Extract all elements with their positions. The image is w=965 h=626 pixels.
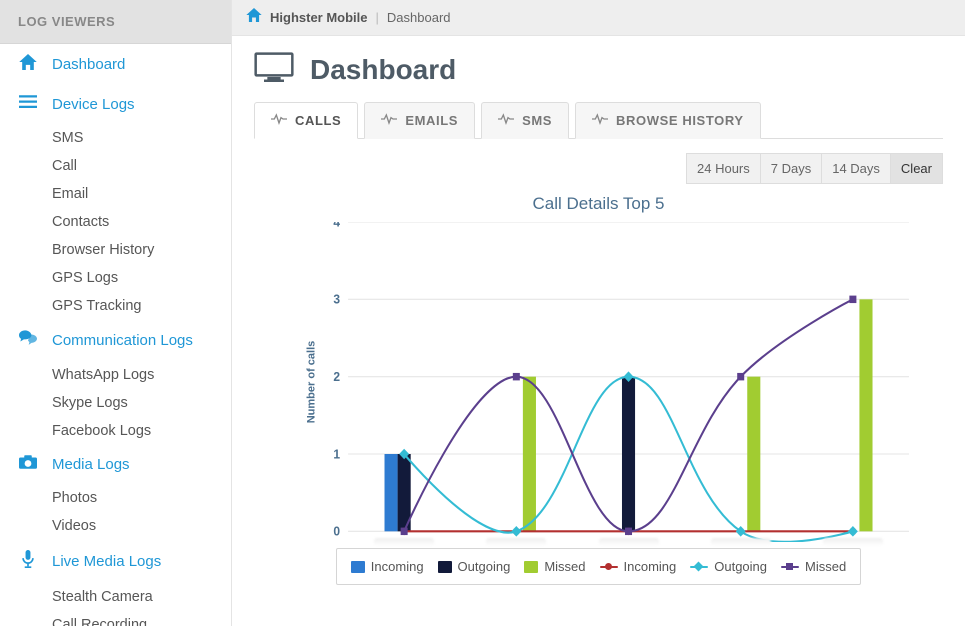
monitor-icon bbox=[254, 52, 294, 87]
page-title: Dashboard bbox=[310, 54, 456, 86]
sidebar-item-whatsapp-logs[interactable]: WhatsApp Logs bbox=[0, 361, 231, 389]
sidebar-item-email[interactable]: Email bbox=[0, 180, 231, 208]
tab-label: CALLS bbox=[295, 113, 341, 128]
legend-swatch bbox=[690, 566, 708, 568]
range-bar: 24 Hours7 Days14 DaysClear bbox=[254, 153, 943, 184]
svg-text:2: 2 bbox=[333, 370, 340, 384]
tab-label: EMAILS bbox=[405, 113, 458, 128]
sidebar-group-device-logs[interactable]: Device Logs bbox=[0, 85, 231, 124]
legend-item-line-incoming[interactable]: Incoming bbox=[600, 559, 677, 574]
tab-sms[interactable]: SMS bbox=[481, 102, 569, 139]
legend-item-bar-outgoing[interactable]: Outgoing bbox=[438, 559, 511, 574]
chart-legend: Incoming Outgoing Missed Incoming Outgoing Mi… bbox=[336, 548, 861, 585]
tab-label: BROWSE HISTORY bbox=[616, 113, 744, 128]
legend-item-line-outgoing[interactable]: Outgoing bbox=[690, 559, 767, 574]
x-category bbox=[823, 538, 883, 546]
range-clear[interactable]: Clear bbox=[891, 153, 943, 184]
bar-incoming bbox=[385, 454, 398, 531]
tab-label: SMS bbox=[522, 113, 552, 128]
tab-browse-history[interactable]: BROWSE HISTORY bbox=[575, 102, 761, 139]
legend-item-bar-missed[interactable]: Missed bbox=[524, 559, 585, 574]
bar-missed bbox=[747, 377, 760, 532]
sidebar-item-contacts[interactable]: Contacts bbox=[0, 208, 231, 236]
chart-title: Call Details Top 5 bbox=[254, 190, 943, 222]
pulse-icon bbox=[592, 113, 608, 128]
svg-text:4: 4 bbox=[333, 222, 340, 229]
sidebar-group-label: Live Media Logs bbox=[52, 553, 161, 570]
range-24-hours[interactable]: 24 Hours bbox=[686, 153, 761, 184]
x-category bbox=[374, 538, 434, 546]
tab-emails[interactable]: EMAILS bbox=[364, 102, 475, 139]
sidebar-group-label: Dashboard bbox=[52, 56, 125, 73]
tab-bar: CALLS EMAILS SMS BROWSE HISTORY bbox=[254, 101, 943, 139]
legend-swatch bbox=[351, 561, 365, 573]
sidebar-item-call[interactable]: Call bbox=[0, 152, 231, 180]
bar-outgoing bbox=[622, 377, 635, 532]
legend-label: Incoming bbox=[371, 559, 424, 574]
range-7-days[interactable]: 7 Days bbox=[761, 153, 822, 184]
svg-text:0: 0 bbox=[333, 524, 340, 538]
legend-swatch bbox=[781, 566, 799, 568]
sidebar-item-sms[interactable]: SMS bbox=[0, 124, 231, 152]
sidebar: LOG VIEWERS Dashboard Device Logs SMSCallE… bbox=[0, 0, 232, 626]
legend-item-bar-incoming[interactable]: Incoming bbox=[351, 559, 424, 574]
sidebar-item-videos[interactable]: Videos bbox=[0, 512, 231, 540]
legend-label: Missed bbox=[805, 559, 846, 574]
page-title-row: Dashboard bbox=[254, 52, 943, 87]
x-category bbox=[599, 538, 659, 546]
pulse-icon bbox=[381, 113, 397, 128]
legend-label: Outgoing bbox=[458, 559, 511, 574]
home-icon[interactable] bbox=[246, 8, 262, 27]
sidebar-group-communication-logs[interactable]: Communication Logs bbox=[0, 320, 231, 361]
sidebar-item-call-recording[interactable]: Call Recording bbox=[0, 611, 231, 626]
legend-label: Outgoing bbox=[714, 559, 767, 574]
tab-calls[interactable]: CALLS bbox=[254, 102, 358, 139]
range-14-days[interactable]: 14 Days bbox=[822, 153, 891, 184]
legend-swatch bbox=[600, 566, 618, 568]
legend-label: Missed bbox=[544, 559, 585, 574]
sidebar-group-dashboard[interactable]: Dashboard bbox=[0, 44, 231, 85]
sidebar-group-label: Media Logs bbox=[52, 456, 130, 473]
sidebar-item-facebook-logs[interactable]: Facebook Logs bbox=[0, 417, 231, 445]
breadcrumb-app[interactable]: Highster Mobile bbox=[270, 10, 368, 25]
legend-swatch bbox=[438, 561, 452, 573]
mic-icon bbox=[18, 550, 38, 573]
legend-swatch bbox=[524, 561, 538, 573]
sidebar-group-label: Device Logs bbox=[52, 96, 135, 113]
legend-item-line-missed[interactable]: Missed bbox=[781, 559, 846, 574]
x-category bbox=[711, 538, 771, 546]
sidebar-item-gps-logs[interactable]: GPS Logs bbox=[0, 264, 231, 292]
chart-ylabel: Number of calls bbox=[305, 341, 317, 424]
sidebar-group-label: Communication Logs bbox=[52, 332, 193, 349]
sidebar-item-browser-history[interactable]: Browser History bbox=[0, 236, 231, 264]
home-icon bbox=[18, 54, 38, 75]
bar-missed bbox=[523, 377, 536, 532]
sidebar-group-media-logs[interactable]: Media Logs bbox=[0, 445, 231, 484]
pulse-icon bbox=[498, 113, 514, 128]
bubbles-icon bbox=[18, 330, 38, 351]
camera-icon bbox=[18, 455, 38, 474]
sidebar-nav: Dashboard Device Logs SMSCallEmailContacts… bbox=[0, 44, 231, 626]
breadcrumb: Highster Mobile | Dashboard bbox=[232, 0, 965, 36]
sidebar-header: LOG VIEWERS bbox=[0, 0, 231, 44]
sidebar-item-photos[interactable]: Photos bbox=[0, 484, 231, 512]
legend-label: Incoming bbox=[624, 559, 677, 574]
svg-text:1: 1 bbox=[333, 447, 340, 461]
pulse-icon bbox=[271, 113, 287, 128]
main: Highster Mobile | Dashboard Dashboard CA… bbox=[232, 0, 965, 626]
sidebar-item-stealth-camera[interactable]: Stealth Camera bbox=[0, 583, 231, 611]
sidebar-item-skype-logs[interactable]: Skype Logs bbox=[0, 389, 231, 417]
x-category bbox=[486, 538, 546, 546]
breadcrumb-page: Dashboard bbox=[387, 10, 451, 25]
bar-missed bbox=[859, 299, 872, 531]
chart-wrap: Call Details Top 5 Number of calls 0 1 2 3 4… bbox=[254, 190, 943, 600]
chart-svg: 0 1 2 3 4 bbox=[318, 222, 919, 542]
sidebar-group-live-media-logs[interactable]: Live Media Logs bbox=[0, 540, 231, 583]
svg-text:3: 3 bbox=[333, 292, 340, 306]
list-icon bbox=[18, 95, 38, 114]
sidebar-item-gps-tracking[interactable]: GPS Tracking bbox=[0, 292, 231, 320]
breadcrumb-sep: | bbox=[376, 10, 379, 25]
